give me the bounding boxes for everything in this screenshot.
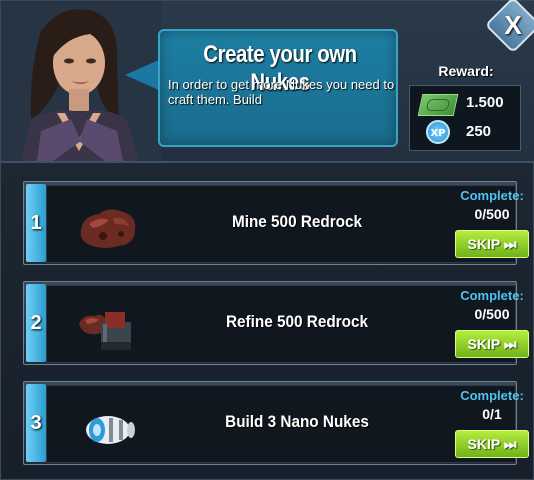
task-number: 1 <box>26 184 46 262</box>
quest-dialog: Create your own Nukes In order to get mo… <box>0 0 534 480</box>
reward-label: Reward: <box>438 63 494 79</box>
task-row: 1 Mine 500 Redrock Complete: 0/500 SKIP … <box>23 181 529 265</box>
reward-xp: XP 250 <box>418 120 518 146</box>
task-progress: 0/500 <box>474 206 510 222</box>
complete-label: Complete: <box>460 188 524 203</box>
skip-button[interactable]: SKIP ⏭ <box>455 230 529 258</box>
task-number: 2 <box>26 284 46 362</box>
quest-description: In order to get more Nukes you need to c… <box>168 77 395 107</box>
task-progress: 0/1 <box>482 406 502 422</box>
task-number: 3 <box>26 384 46 462</box>
task-name: Refine 500 Redrock <box>225 312 369 331</box>
speech-bubble-tail <box>125 59 161 91</box>
task-body: Refine 500 Redrock Complete: 0/500 SKIP … <box>46 285 529 363</box>
task-name: Mine 500 Redrock <box>231 212 363 231</box>
redrock-ore-icon <box>80 209 136 248</box>
close-button[interactable]: X <box>493 5 533 45</box>
task-row: 3 Build 3 Nano Nukes Complete: 0/1 SKIP … <box>23 381 529 465</box>
task-row: 2 Refine 500 Redrock Complete: 0/500 SKI… <box>23 281 529 365</box>
reward-cash-value: 1.500 <box>466 94 504 111</box>
task-name: Build 3 Nano Nukes <box>225 412 369 431</box>
task-progress: 0/500 <box>474 306 510 322</box>
complete-label: Complete: <box>460 288 524 303</box>
cash-icon <box>417 94 459 116</box>
reward-panel: 1.500 XP 250 <box>409 85 521 151</box>
quest-header: Create your own Nukes In order to get mo… <box>1 0 534 163</box>
xp-icon: XP <box>426 120 450 144</box>
skip-button[interactable]: SKIP ⏭ <box>455 330 529 358</box>
reward-cash: 1.500 <box>417 91 518 117</box>
refinery-icon <box>79 312 131 350</box>
nano-nuke-icon <box>86 416 135 444</box>
complete-label: Complete: <box>460 388 524 403</box>
task-body: Build 3 Nano Nukes Complete: 0/1 SKIP ⏭ <box>46 385 529 463</box>
skip-button[interactable]: SKIP ⏭ <box>455 430 529 458</box>
speech-bubble: Create your own Nukes In order to get mo… <box>158 29 398 147</box>
task-body: Mine 500 Redrock Complete: 0/500 SKIP ⏭ <box>46 185 529 263</box>
reward-xp-value: 250 <box>466 123 492 140</box>
